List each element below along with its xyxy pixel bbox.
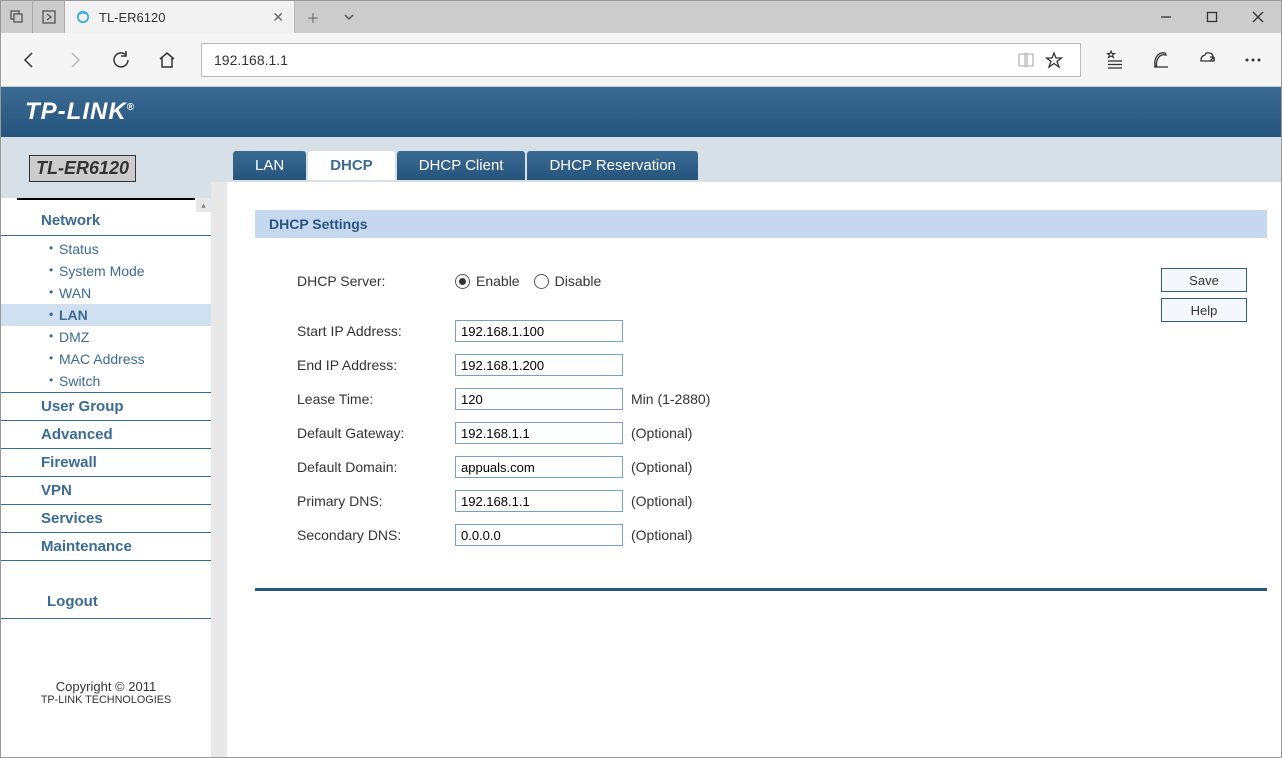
tab-list-icon[interactable] <box>1 1 33 33</box>
end-ip-label: End IP Address: <box>255 357 455 373</box>
address-bar[interactable] <box>201 43 1081 77</box>
pdns-input[interactable] <box>455 490 623 512</box>
back-button[interactable] <box>9 40 49 80</box>
nav-item-status[interactable]: Status <box>1 238 211 260</box>
favorites-list-icon[interactable] <box>1095 50 1135 70</box>
lease-input[interactable] <box>455 388 623 410</box>
radio-enable[interactable]: Enable <box>455 273 520 289</box>
scroll-up-icon[interactable]: ▴ <box>196 198 211 212</box>
end-ip-input[interactable] <box>455 354 623 376</box>
nav-section-firewall[interactable]: Firewall <box>1 449 211 477</box>
tab-dhcp-reservation[interactable]: DHCP Reservation <box>527 151 697 180</box>
help-button[interactable]: Help <box>1161 298 1247 322</box>
nav-section-user-group[interactable]: User Group <box>1 392 211 421</box>
nav-section-services[interactable]: Services <box>1 505 211 533</box>
share-icon[interactable] <box>1187 50 1227 70</box>
sidebar: ▴ Network Status System Mode WAN LAN DMZ… <box>1 198 211 757</box>
start-ip-label: Start IP Address: <box>255 323 455 339</box>
window-minimize-button[interactable] <box>1143 1 1189 33</box>
model-label: TL-ER6120 <box>29 155 136 182</box>
browser-toolbar <box>1 33 1281 87</box>
tab-dhcp-client[interactable]: DHCP Client <box>397 151 526 180</box>
gateway-hint: (Optional) <box>631 425 692 441</box>
pdns-hint: (Optional) <box>631 493 692 509</box>
nav-item-system-mode[interactable]: System Mode <box>1 260 211 282</box>
section-title: DHCP Settings <box>255 210 1267 238</box>
set-aside-icon[interactable] <box>33 1 65 33</box>
nav-item-wan[interactable]: WAN <box>1 282 211 304</box>
tab-favicon-icon <box>75 9 91 25</box>
nav-heading-network[interactable]: Network <box>1 200 211 236</box>
tab-title: TL-ER6120 <box>99 10 264 25</box>
nav-section-vpn[interactable]: VPN <box>1 477 211 505</box>
notes-icon[interactable] <box>1141 50 1181 70</box>
domain-input[interactable] <box>455 456 623 478</box>
home-button[interactable] <box>147 40 187 80</box>
new-tab-button[interactable]: ＋ <box>295 1 331 33</box>
nav-item-dmz[interactable]: DMZ <box>1 326 211 348</box>
tab-dhcp[interactable]: DHCP <box>308 151 395 180</box>
start-ip-input[interactable] <box>455 320 623 342</box>
window-close-button[interactable] <box>1235 1 1281 33</box>
save-button[interactable]: Save <box>1161 268 1247 292</box>
pdns-label: Primary DNS: <box>255 493 455 509</box>
radio-disable-icon <box>534 274 549 289</box>
brand-logo: TP-LINK® <box>25 98 135 126</box>
tab-chevron-icon[interactable] <box>331 1 367 33</box>
forward-button[interactable] <box>55 40 95 80</box>
tab-lan[interactable]: LAN <box>233 151 306 180</box>
radio-enable-icon <box>455 274 470 289</box>
section-divider <box>255 588 1267 591</box>
reading-view-icon[interactable] <box>1012 51 1040 69</box>
gateway-input[interactable] <box>455 422 623 444</box>
logout-link[interactable]: Logout <box>1 585 211 619</box>
browser-tab[interactable]: TL-ER6120 ✕ <box>65 1 295 33</box>
nav-item-lan[interactable]: LAN <box>1 304 211 326</box>
domain-hint: (Optional) <box>631 459 692 475</box>
domain-label: Default Domain: <box>255 459 455 475</box>
nav-item-mac-address[interactable]: MAC Address <box>1 348 211 370</box>
gateway-label: Default Gateway: <box>255 425 455 441</box>
refresh-button[interactable] <box>101 40 141 80</box>
lease-hint: Min (1-2880) <box>631 391 710 407</box>
brand-header: TP-LINK® <box>1 87 1281 137</box>
nav-section-advanced[interactable]: Advanced <box>1 421 211 449</box>
nav-section-maintenance[interactable]: Maintenance <box>1 533 211 561</box>
sdns-input[interactable] <box>455 524 623 546</box>
nav-item-switch[interactable]: Switch <box>1 370 211 392</box>
more-icon[interactable] <box>1233 50 1273 70</box>
radio-disable[interactable]: Disable <box>534 273 602 289</box>
sdns-label: Secondary DNS: <box>255 527 455 543</box>
window-titlebar: TL-ER6120 ✕ ＋ <box>1 1 1281 33</box>
window-maximize-button[interactable] <box>1189 1 1235 33</box>
tab-close-icon[interactable]: ✕ <box>272 9 284 26</box>
lease-label: Lease Time: <box>255 391 455 407</box>
dhcp-server-label: DHCP Server: <box>255 273 455 289</box>
sdns-hint: (Optional) <box>631 527 692 543</box>
copyright: Copyright © 2011 TP-LINK TECHNOLOGIES <box>1 619 211 706</box>
favorite-icon[interactable] <box>1040 51 1068 69</box>
sidebar-scrollbar[interactable] <box>211 182 227 757</box>
address-input[interactable] <box>214 52 1012 68</box>
